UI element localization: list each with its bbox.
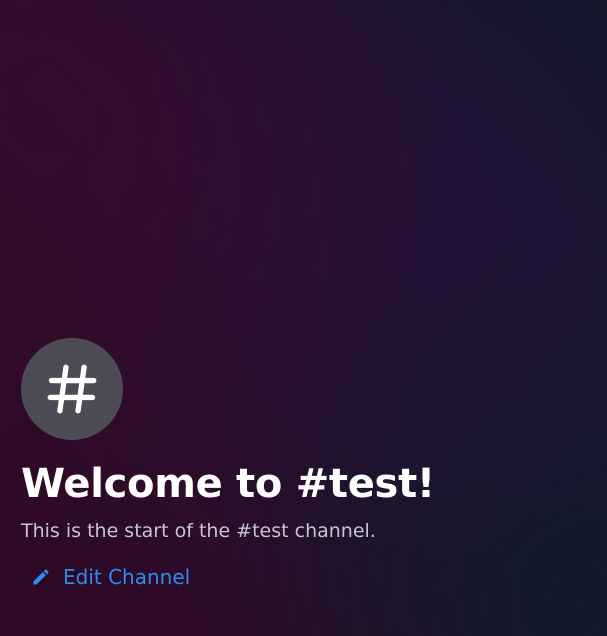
channel-welcome: Welcome to #test! This is the start of t…	[21, 338, 581, 590]
edit-channel-label: Edit Channel	[63, 565, 191, 589]
pencil-icon	[33, 569, 49, 585]
edit-channel-button[interactable]: Edit Channel	[31, 564, 190, 590]
hashtag-icon	[47, 364, 97, 414]
channel-icon-circle	[21, 338, 123, 440]
welcome-subtitle: This is the start of the #test channel.	[21, 520, 376, 542]
welcome-title: Welcome to #test!	[21, 461, 435, 507]
